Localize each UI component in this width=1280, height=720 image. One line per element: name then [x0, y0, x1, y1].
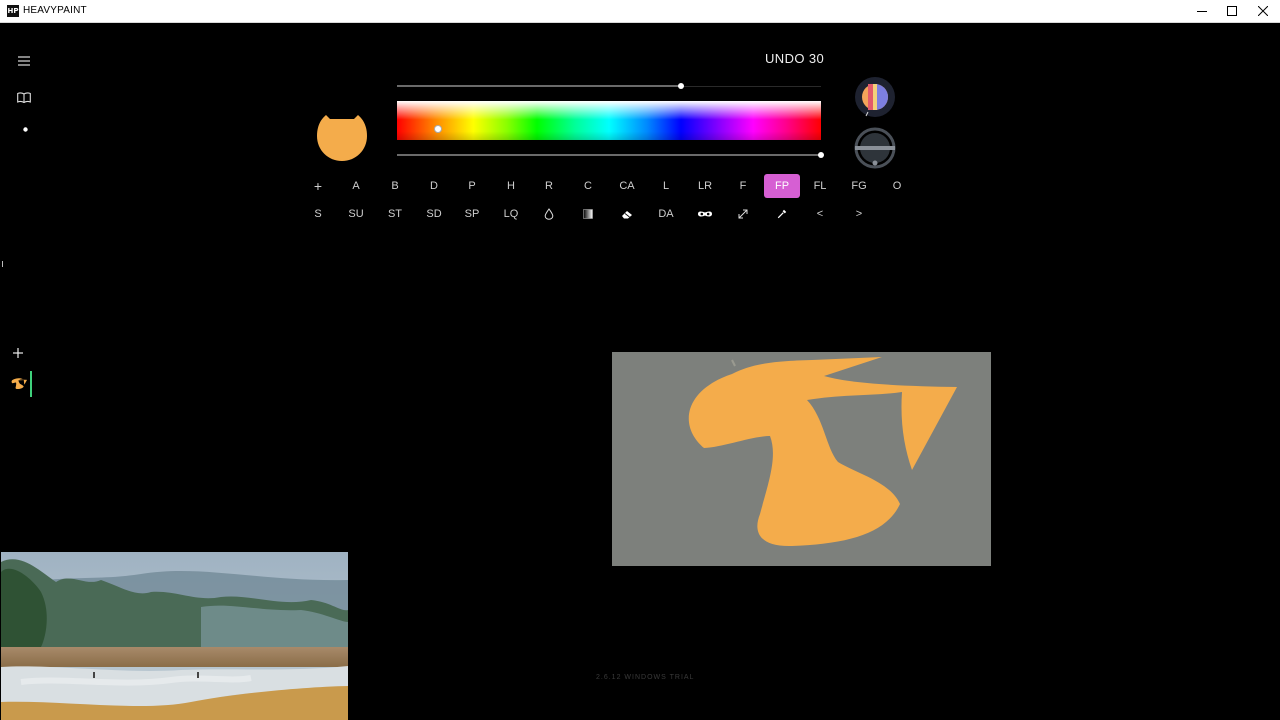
tool-s-button[interactable]: S [300, 202, 336, 226]
tool-sd-button[interactable]: SD [416, 202, 452, 226]
drawing-canvas[interactable] [612, 352, 991, 566]
eyedropper-icon[interactable] [764, 202, 800, 226]
version-label: 2.6.12 WINDOWS TRIAL [596, 674, 695, 681]
tool-ca-button[interactable]: CA [609, 174, 645, 198]
close-icon[interactable] [1247, 0, 1278, 22]
tool-a-button[interactable]: A [338, 174, 374, 198]
tool-h-button[interactable]: H [493, 174, 529, 198]
hue-picker-knob[interactable] [434, 125, 442, 133]
add-tool-button[interactable]: + [300, 174, 336, 198]
add-layer-icon[interactable] [11, 346, 25, 360]
tool-b-button[interactable]: B [377, 174, 413, 198]
app-logo: HP [7, 5, 19, 17]
brush-size-dial-icon[interactable] [853, 126, 897, 170]
lightness-slider-track [397, 154, 821, 156]
tool-c-button[interactable]: C [570, 174, 606, 198]
tool-lq-button[interactable]: LQ [493, 202, 529, 226]
resize-icon[interactable] [725, 202, 761, 226]
eraser-icon[interactable] [609, 202, 645, 226]
tool-f-button[interactable]: F [725, 174, 761, 198]
brush-preview[interactable] [316, 110, 368, 162]
tool-l-button[interactable]: L [648, 174, 684, 198]
dot-icon[interactable] [20, 124, 30, 134]
panel-edge-marker [2, 261, 3, 267]
window-title: HEAVYPAINT [23, 5, 87, 16]
tool-fg-button[interactable]: FG [841, 174, 877, 198]
tool-fl-button[interactable]: FL [802, 174, 838, 198]
book-icon[interactable] [15, 88, 33, 106]
mask-icon[interactable] [687, 202, 723, 226]
tool-sp-button[interactable]: SP [454, 202, 490, 226]
drop-icon[interactable] [531, 202, 567, 226]
tool-da-button[interactable]: DA [648, 202, 684, 226]
tool-su-button[interactable]: SU [338, 202, 374, 226]
opacity-slider-track [681, 86, 821, 87]
tool-o-button[interactable]: O [879, 174, 915, 198]
painted-shape [688, 357, 957, 547]
gradient-icon[interactable] [570, 202, 606, 226]
next-button[interactable]: > [841, 202, 877, 226]
maximize-icon[interactable] [1216, 0, 1247, 22]
color-palette-dial-icon[interactable] [853, 75, 897, 119]
layer-thumbnail[interactable] [7, 374, 29, 394]
tool-r-button[interactable]: R [531, 174, 567, 198]
tool-lr-button[interactable]: LR [687, 174, 723, 198]
opacity-slider-fill [397, 85, 681, 87]
active-layer-indicator [30, 371, 32, 397]
hue-spectrum[interactable] [397, 101, 821, 140]
opacity-slider-knob[interactable] [678, 83, 684, 89]
tool-fp-button[interactable]: FP [764, 174, 800, 198]
tool-p-button[interactable]: P [454, 174, 490, 198]
undo-counter[interactable]: UNDO 30 [765, 51, 824, 66]
minimize-icon[interactable] [1186, 0, 1217, 22]
tool-d-button[interactable]: D [416, 174, 452, 198]
title-bar: HP HEAVYPAINT [0, 0, 1280, 23]
menu-icon[interactable] [15, 52, 33, 70]
previous-button[interactable]: < [802, 202, 838, 226]
tool-st-button[interactable]: ST [377, 202, 413, 226]
reference-image[interactable] [1, 552, 348, 720]
lightness-slider-knob[interactable] [818, 152, 824, 158]
